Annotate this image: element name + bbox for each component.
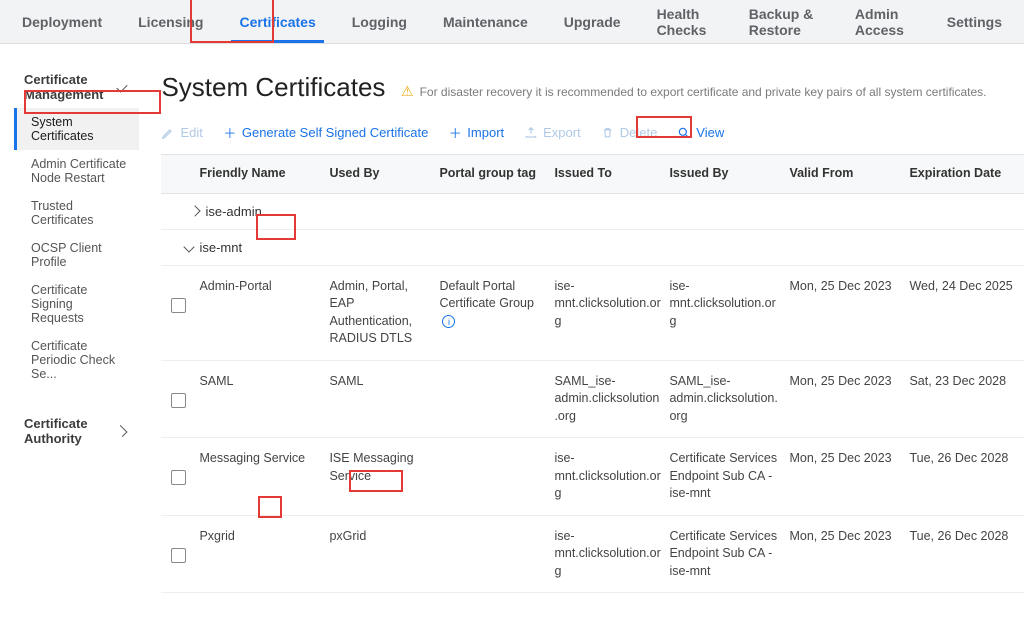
- sidenav-group-label: Certificate Authority: [24, 416, 106, 446]
- row-checkbox[interactable]: [171, 298, 186, 313]
- column-header[interactable]: Issued To: [550, 165, 665, 183]
- tab-backup-restore[interactable]: Backup & Restore: [745, 0, 823, 50]
- row-checkbox[interactable]: [171, 393, 186, 408]
- cert-group-ise-admin[interactable]: ise-admin: [161, 194, 1024, 230]
- page-warning: ⚠ For disaster recovery it is recommende…: [401, 83, 986, 100]
- column-header[interactable]: Friendly Name: [195, 165, 325, 183]
- sidebar-item-certificate-signing-requests[interactable]: Certificate Signing Requests: [14, 276, 139, 332]
- table-header: Friendly NameUsed ByPortal group tagIssu…: [161, 154, 1024, 194]
- cell-used-by: Admin, Portal, EAP Authentication, RADIU…: [325, 278, 435, 348]
- cell-issued-by: Certificate Services Endpoint Sub CA - i…: [665, 450, 785, 503]
- tab-health-checks[interactable]: Health Checks: [653, 0, 717, 50]
- cell-expiration: Wed, 24 Dec 2025: [905, 278, 1024, 296]
- page-title: System Certificates: [161, 72, 385, 103]
- cell-issued-by: Certificate Services Endpoint Sub CA - i…: [665, 528, 785, 581]
- cell-valid-from: Mon, 25 Dec 2023: [785, 528, 905, 546]
- plus-icon: ＋: [223, 126, 237, 140]
- sidebar: Certificate Management System Certificat…: [0, 44, 139, 621]
- sidenav-group-cert-mgmt[interactable]: Certificate Management: [14, 66, 139, 108]
- top-nav: Deployment Licensing Certificates Logging Ma…: [0, 0, 1024, 44]
- table-row: SAMLSAML SAML_ise-admin.clicksolution.org…: [161, 361, 1024, 439]
- cell-issued-by: ise-mnt.clicksolution.org: [665, 278, 785, 331]
- column-header[interactable]: Used By: [325, 165, 435, 183]
- sidebar-item-system-certificates[interactable]: System Certificates: [14, 108, 139, 150]
- cell-issued-to: ise-mnt.clicksolution.org: [550, 528, 665, 581]
- search-icon: [677, 126, 691, 140]
- cell-valid-from: Mon, 25 Dec 2023: [785, 278, 905, 296]
- pencil-icon: [161, 126, 175, 140]
- chevron-down-icon: [117, 81, 128, 92]
- export-icon: [524, 126, 538, 140]
- cell-used-by: pxGrid: [325, 528, 435, 546]
- plus-icon: ＋: [448, 126, 462, 140]
- tab-licensing[interactable]: Licensing: [134, 2, 207, 42]
- tab-settings[interactable]: Settings: [943, 2, 1006, 42]
- cell-friendly-name: Messaging Service: [195, 450, 325, 468]
- trash-icon: [601, 126, 615, 140]
- cell-expiration: Tue, 26 Dec 2028: [905, 450, 1024, 468]
- cell-friendly-name: Pxgrid: [195, 528, 325, 546]
- tab-admin-access[interactable]: Admin Access: [851, 0, 915, 50]
- sidebar-item-certificate-periodic-check-se[interactable]: Certificate Periodic Check Se...: [14, 332, 139, 388]
- cell-issued-to: ise-mnt.clicksolution.org: [550, 450, 665, 503]
- chevron-down-icon: [184, 241, 195, 252]
- main-content: System Certificates ⚠ For disaster recov…: [139, 44, 1024, 621]
- cell-issued-by: SAML_ise-admin.clicksolution.org: [665, 373, 785, 426]
- sidenav-group-label: Certificate Management: [24, 72, 107, 102]
- sidebar-item-admin-certificate-node-restart[interactable]: Admin Certificate Node Restart: [14, 150, 139, 192]
- export-button[interactable]: Export: [524, 125, 581, 140]
- delete-button[interactable]: Delete: [601, 125, 658, 140]
- row-checkbox[interactable]: [171, 548, 186, 563]
- tab-deployment[interactable]: Deployment: [18, 2, 106, 42]
- cell-issued-to: SAML_ise-admin.clicksolution.org: [550, 373, 665, 426]
- chevron-right-icon: [190, 205, 201, 216]
- info-icon[interactable]: i: [442, 315, 455, 328]
- column-header[interactable]: Expiration Date: [905, 165, 1024, 183]
- cell-expiration: Sat, 23 Dec 2028: [905, 373, 1024, 391]
- tab-maintenance[interactable]: Maintenance: [439, 2, 532, 42]
- sidebar-item-ocsp-client-profile[interactable]: OCSP Client Profile: [14, 234, 139, 276]
- cell-valid-from: Mon, 25 Dec 2023: [785, 450, 905, 468]
- table-row: Admin-PortalAdmin, Portal, EAP Authentic…: [161, 266, 1024, 361]
- tab-certificates[interactable]: Certificates: [235, 2, 319, 42]
- warning-text: For disaster recovery it is recommended …: [420, 85, 987, 99]
- column-header[interactable]: Valid From: [785, 165, 905, 183]
- cell-friendly-name: SAML: [195, 373, 325, 391]
- cell-used-by: SAML: [325, 373, 435, 391]
- column-header[interactable]: Issued By: [665, 165, 785, 183]
- import-button[interactable]: ＋ Import: [448, 125, 504, 140]
- sidenav-group-cert-authority[interactable]: Certificate Authority: [14, 410, 139, 452]
- cert-group-ise-mnt[interactable]: ise-mnt: [161, 230, 1024, 266]
- edit-button[interactable]: Edit: [161, 125, 202, 140]
- column-header[interactable]: Portal group tag: [435, 165, 550, 183]
- cell-portal-tag: Default Portal Certificate Groupi: [435, 278, 550, 331]
- cell-friendly-name: Admin-Portal: [195, 278, 325, 296]
- table-row: PxgridpxGrid ise-mnt.clicksolution.orgCer…: [161, 516, 1024, 594]
- tab-logging[interactable]: Logging: [348, 2, 411, 42]
- cell-used-by: ISE Messaging Service: [325, 450, 435, 485]
- generate-cert-button[interactable]: ＋ Generate Self Signed Certificate: [223, 125, 428, 140]
- cell-valid-from: Mon, 25 Dec 2023: [785, 373, 905, 391]
- sidebar-item-trusted-certificates[interactable]: Trusted Certificates: [14, 192, 139, 234]
- cell-issued-to: ise-mnt.clicksolution.org: [550, 278, 665, 331]
- tab-upgrade[interactable]: Upgrade: [560, 2, 625, 42]
- row-checkbox[interactable]: [171, 470, 186, 485]
- table-row: Messaging ServiceISE Messaging Service is…: [161, 438, 1024, 516]
- chevron-right-icon: [116, 425, 128, 437]
- cell-expiration: Tue, 26 Dec 2028: [905, 528, 1024, 546]
- table-toolbar: Edit ＋ Generate Self Signed Certificate …: [161, 125, 1024, 140]
- warning-icon: ⚠: [401, 83, 414, 100]
- view-button[interactable]: View: [677, 125, 724, 140]
